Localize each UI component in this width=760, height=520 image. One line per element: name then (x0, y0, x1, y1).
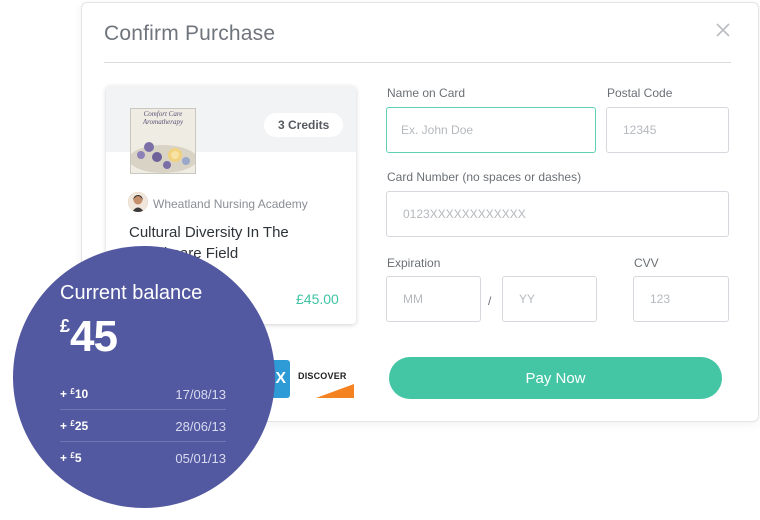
name-on-card-input[interactable] (386, 107, 596, 153)
card-number-label: Card Number (no spaces or dashes) (387, 170, 582, 184)
transaction-row: + £25 28/06/13 (60, 410, 226, 442)
title-divider (104, 62, 731, 63)
balance-amount: £45 (60, 312, 118, 362)
provider-name: Wheatland Nursing Academy (153, 197, 308, 211)
transaction-amount: + £10 (60, 387, 89, 401)
cvv-label: CVV (634, 256, 659, 270)
transaction-date: 17/08/13 (175, 387, 226, 402)
name-on-card-label: Name on Card (387, 86, 466, 100)
postal-code-input[interactable] (606, 107, 729, 153)
transaction-row: + £5 05/01/13 (60, 442, 226, 473)
balance-currency: £ (60, 316, 71, 336)
expiration-separator: / (488, 294, 492, 308)
provider-avatar (128, 192, 148, 212)
cvv-input[interactable] (633, 276, 729, 322)
credits-badge: 3 Credits (264, 113, 344, 137)
expiration-month-input[interactable] (386, 276, 481, 322)
thumbnail-title: Comfort Care Aromatherapy (142, 110, 184, 126)
discover-label: DISCOVER (298, 371, 347, 381)
card-number-input[interactable] (386, 191, 729, 237)
close-icon[interactable] (712, 19, 734, 41)
transaction-row: + £10 17/08/13 (60, 378, 226, 410)
transaction-date: 28/06/13 (175, 419, 226, 434)
postal-code-label: Postal Code (607, 86, 673, 100)
expiration-label: Expiration (387, 256, 441, 270)
discover-icon: DISCOVER (296, 364, 354, 398)
transaction-date: 05/01/13 (175, 451, 226, 466)
transaction-amount: + £25 (60, 419, 89, 433)
current-balance-bubble: Current balance £45 + £10 17/08/13 + £25… (13, 246, 275, 508)
course-price: £45.00 (296, 291, 339, 307)
transaction-amount: + £5 (60, 451, 82, 465)
modal-title: Confirm Purchase (104, 22, 276, 45)
balance-value: 45 (70, 312, 118, 361)
course-thumbnail: Comfort Care Aromatherapy (130, 108, 196, 174)
expiration-year-input[interactable] (502, 276, 597, 322)
pay-now-button[interactable]: Pay Now (389, 357, 722, 399)
balance-label: Current balance (60, 282, 203, 304)
